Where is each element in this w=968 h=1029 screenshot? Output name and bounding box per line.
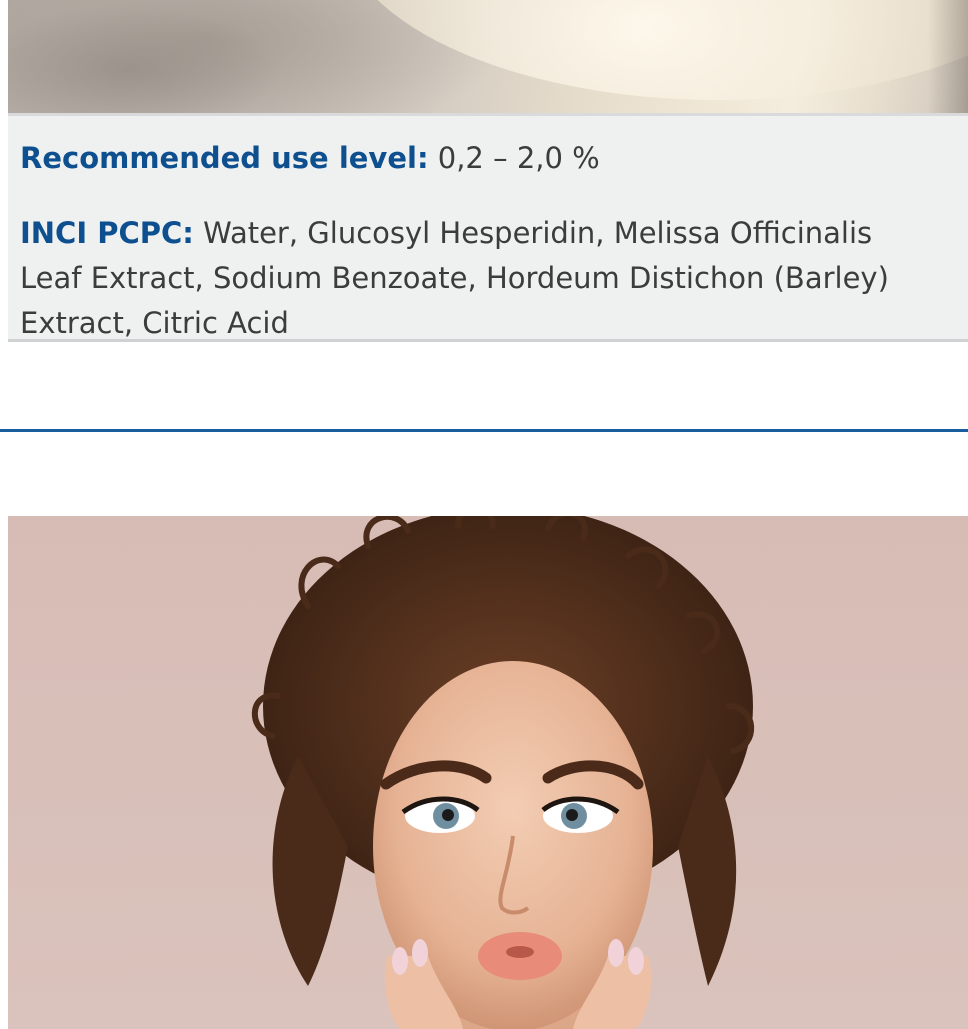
use-level-value: 0,2 – 2,0 % (428, 141, 600, 175)
use-level-line: Recommended use level: 0,2 – 2,0 % (20, 136, 928, 181)
product-texture-image (8, 0, 968, 113)
inci-label: INCI PCPC: (20, 216, 194, 250)
portrait-illustration (251, 516, 755, 1029)
section-divider (0, 429, 968, 432)
use-level-label: Recommended use level: (20, 141, 429, 175)
inci-line: INCI PCPC: Water, Glucosyl Hesperidin, M… (20, 211, 928, 346)
bowl-highlight (338, 0, 968, 100)
image-edge-shadow (928, 0, 968, 113)
cloth-texture (8, 0, 308, 113)
woman-portrait-image (8, 516, 968, 1029)
product-info-box: Recommended use level: 0,2 – 2,0 % INCI … (8, 113, 968, 342)
